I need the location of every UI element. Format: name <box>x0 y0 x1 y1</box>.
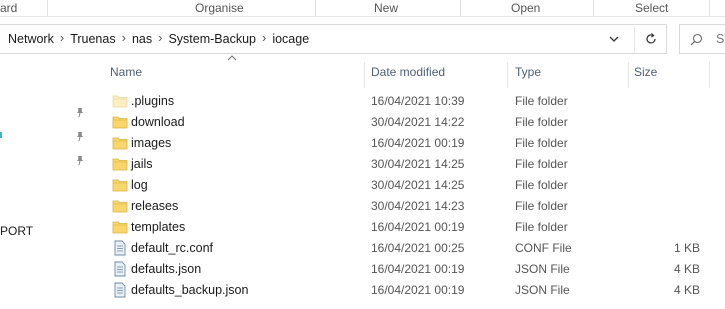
column-divider[interactable] <box>364 62 365 88</box>
navigation-pane: PORT <box>0 60 100 309</box>
file-size: 4 KB <box>673 262 700 276</box>
folder-icon <box>112 93 128 109</box>
file-size: 4 KB <box>673 283 700 297</box>
ribbon-bar: ard Organise New Open Select <box>0 0 725 17</box>
file-name: .plugins <box>131 94 175 108</box>
file-size: 1 KB <box>673 241 700 255</box>
address-box[interactable]: Network › Truenas › nas › System-Backup › iocage <box>0 24 667 54</box>
nav-accent-marker <box>0 132 2 138</box>
ribbon-divider <box>593 0 594 16</box>
folder-icon <box>112 198 128 214</box>
file-name: default_rc.conf <box>131 241 213 255</box>
ribbon-divider <box>47 0 48 16</box>
file-name: jails <box>131 157 153 171</box>
file-type: JSON File <box>515 262 570 276</box>
file-row[interactable]: .plugins 16/04/2021 10:39 File folder <box>103 91 725 112</box>
file-date-modified: 16/04/2021 00:19 <box>371 220 465 234</box>
file-row[interactable]: default_rc.conf 16/04/2021 00:25 CONF File… <box>103 238 725 259</box>
file-name: templates <box>131 220 186 234</box>
file-date-modified: 16/04/2021 10:39 <box>371 94 465 108</box>
file-row[interactable]: download 30/04/2021 14:22 File folder <box>103 112 725 133</box>
breadcrumb-iocage[interactable]: iocage <box>272 32 309 46</box>
chevron-down-icon[interactable] <box>608 33 620 45</box>
ribbon-divider <box>315 0 316 16</box>
text-file-icon <box>112 261 128 277</box>
breadcrumb-system-backup[interactable]: System-Backup <box>168 32 256 46</box>
file-type: File folder <box>515 115 568 129</box>
column-header-size[interactable]: Size <box>634 60 657 84</box>
column-header-date-modified[interactable]: Date modified <box>371 60 445 84</box>
text-file-icon <box>112 240 128 256</box>
breadcrumb-network[interactable]: Network <box>8 32 54 46</box>
column-divider[interactable] <box>709 62 710 88</box>
file-name: images <box>131 136 172 150</box>
breadcrumb-nas[interactable]: nas <box>132 32 152 46</box>
column-divider[interactable] <box>507 62 508 88</box>
pin-icon[interactable] <box>74 130 86 142</box>
column-header-name[interactable]: Name <box>110 60 142 84</box>
folder-icon <box>112 114 128 130</box>
file-type: File folder <box>515 199 568 213</box>
file-type: JSON File <box>515 283 570 297</box>
file-row[interactable]: templates 16/04/2021 00:19 File folder <box>103 217 725 238</box>
ribbon-group-clipboard[interactable]: ard <box>0 0 17 17</box>
column-header-row: Name Date modified Type Size <box>103 60 725 88</box>
file-type: File folder <box>515 157 568 171</box>
file-date-modified: 16/04/2021 00:19 <box>371 262 465 276</box>
nav-item-import[interactable]: PORT <box>0 224 33 238</box>
text-file-icon <box>112 282 128 298</box>
ribbon-group-select[interactable]: Select <box>635 0 668 17</box>
search-icon <box>690 33 703 46</box>
file-date-modified: 30/04/2021 14:25 <box>371 178 465 192</box>
file-date-modified: 30/04/2021 14:25 <box>371 157 465 171</box>
file-date-modified: 30/04/2021 14:22 <box>371 115 465 129</box>
pin-icon[interactable] <box>74 106 86 118</box>
breadcrumb: Network › Truenas › nas › System-Backup › iocage <box>8 25 309 53</box>
file-date-modified: 16/04/2021 00:19 <box>371 283 465 297</box>
file-date-modified: 16/04/2021 00:19 <box>371 136 465 150</box>
file-name: log <box>131 178 148 192</box>
file-type: File folder <box>515 178 568 192</box>
file-type: CONF File <box>515 241 572 255</box>
file-row[interactable]: defaults.json 16/04/2021 00:19 JSON File 4 … <box>103 259 725 280</box>
folder-icon <box>112 177 128 193</box>
column-header-type[interactable]: Type <box>515 60 541 84</box>
file-date-modified: 16/04/2021 00:25 <box>371 241 465 255</box>
file-name: defaults.json <box>131 262 202 276</box>
file-row[interactable]: images 16/04/2021 00:19 File folder <box>103 133 725 154</box>
refresh-button[interactable] <box>634 26 666 53</box>
file-row[interactable]: jails 30/04/2021 14:25 File folder <box>103 154 725 175</box>
chevron-right-icon[interactable]: › <box>60 24 64 52</box>
search-placeholder: S <box>716 32 725 46</box>
file-row[interactable]: log 30/04/2021 14:25 File folder <box>103 175 725 196</box>
file-row[interactable]: defaults_backup.json 16/04/2021 00:19 JSON… <box>103 280 725 301</box>
folder-icon <box>112 219 128 235</box>
chevron-right-icon[interactable]: › <box>262 24 266 52</box>
ribbon-group-open[interactable]: Open <box>511 0 540 17</box>
refresh-icon <box>646 33 656 44</box>
pin-icon[interactable] <box>74 154 86 166</box>
breadcrumb-truenas[interactable]: Truenas <box>70 32 115 46</box>
ribbon-divider <box>709 0 710 16</box>
file-type: File folder <box>515 220 568 234</box>
chevron-right-icon[interactable]: › <box>158 24 162 52</box>
address-bar: Network › Truenas › nas › System-Backup › iocage… <box>0 24 725 54</box>
chevron-right-icon[interactable]: › <box>122 24 126 52</box>
search-box[interactable]: S <box>679 24 725 54</box>
file-name: defaults_backup.json <box>131 283 249 297</box>
file-name: download <box>131 115 185 129</box>
folder-icon <box>112 135 128 151</box>
file-name: releases <box>131 199 179 213</box>
file-type: File folder <box>515 94 568 108</box>
file-type: File folder <box>515 136 568 150</box>
ribbon-group-new[interactable]: New <box>374 0 398 17</box>
file-row[interactable]: releases 30/04/2021 14:23 File folder <box>103 196 725 217</box>
ribbon-group-organise[interactable]: Organise <box>195 0 244 17</box>
column-divider[interactable] <box>628 62 629 88</box>
folder-icon <box>112 156 128 172</box>
ribbon-divider <box>460 0 461 16</box>
file-date-modified: 30/04/2021 14:23 <box>371 199 465 213</box>
